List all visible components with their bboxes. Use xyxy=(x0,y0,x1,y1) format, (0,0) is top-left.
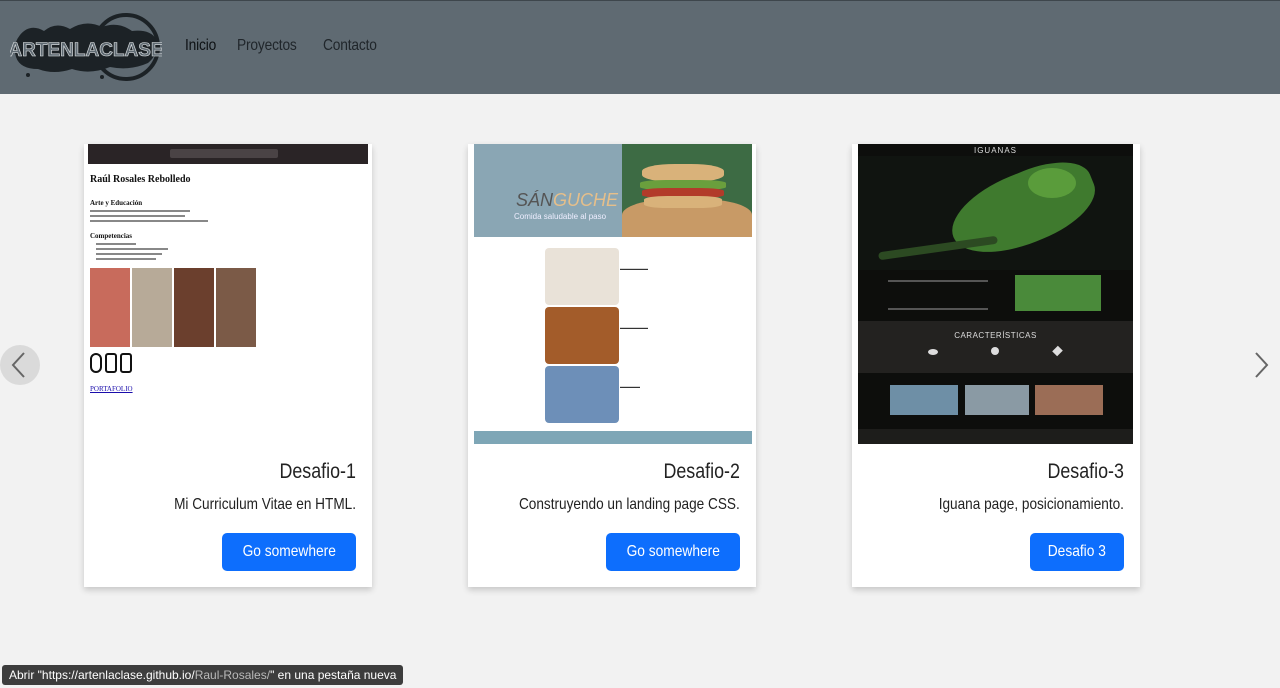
card-1-preview-image[interactable]: Raúl Rosales Rebolledo Arte y Educación … xyxy=(88,144,368,444)
sanguche-footer xyxy=(474,431,752,444)
menu-item-photo-2 xyxy=(545,307,619,364)
cv-social-icons xyxy=(90,353,366,373)
cv-section-heading: Arte y Educación xyxy=(90,199,143,207)
card-2-text: Construyendo un landing page CSS. xyxy=(519,496,740,513)
nav-link-contacto[interactable]: Contacto xyxy=(323,37,377,55)
features-heading: CARACTERÍSTICAS xyxy=(954,331,1037,340)
iguana-inset-photo xyxy=(1015,275,1101,311)
menu-item-text-2: ▬▬▬▬▬▬▬ xyxy=(620,325,648,330)
iguana-photo-3 xyxy=(1035,385,1103,415)
cv-name: Raúl Rosales Rebolledo xyxy=(90,174,191,185)
menu-item-text-1: ▬▬▬▬▬▬▬ xyxy=(620,266,648,271)
iguana-heading: IGUANAS xyxy=(973,146,1017,155)
card-1-text: Mi Curriculum Vitae en HTML. xyxy=(174,496,356,513)
sanguche-hero: SÁNGUCHE Comida saludable al paso xyxy=(474,144,752,237)
card-3-preview-image[interactable]: IGUANAS CARACTERÍSTICAS xyxy=(852,144,1140,444)
nav-link-inicio[interactable]: Inicio xyxy=(185,37,216,55)
cv-portfolio-link: PORTAFOLIO xyxy=(90,385,133,393)
nav-link-proyectos[interactable]: Proyectos xyxy=(237,37,297,55)
menu-item-photo-1 xyxy=(545,248,619,305)
status-path: Raul-Rosales/ xyxy=(194,668,271,682)
youtube-icon xyxy=(120,353,132,373)
sanguche-logo: SÁNGUCHE xyxy=(516,190,619,210)
carousel-prev-button[interactable] xyxy=(0,345,40,385)
card-1-title: Desafio-1 xyxy=(279,460,356,483)
menu-item-photo-3 xyxy=(545,366,619,423)
status-prefix: Abrir "https://artenlaclase.github.io/ xyxy=(9,668,195,682)
menu-item-text-3: ▬▬▬▬▬ xyxy=(620,384,640,389)
site-logo[interactable]: ARTENLACLASE xyxy=(8,13,164,83)
instagram-icon xyxy=(105,353,117,373)
sanguche-slogan: Comida saludable al paso xyxy=(514,212,607,221)
sandwich-photo xyxy=(622,144,752,237)
iguana-hero-photo xyxy=(858,156,1133,270)
chevron-left-icon xyxy=(11,352,25,378)
main-nav: Inicio Proyectos Contacto xyxy=(185,37,385,55)
iguana-footer xyxy=(858,429,1133,444)
card-3-button[interactable]: Desafio 3 xyxy=(1030,533,1124,571)
brush-icon xyxy=(1052,345,1063,357)
status-suffix: " en una pestaña nueva xyxy=(270,668,397,682)
paw-icon xyxy=(991,347,999,355)
iguana-features-band: CARACTERÍSTICAS xyxy=(858,321,1133,373)
iguana-page: IGUANAS CARACTERÍSTICAS xyxy=(858,144,1133,444)
cv-list xyxy=(96,243,366,260)
card-3-title: Desafio-3 xyxy=(1047,460,1124,483)
chevron-right-icon xyxy=(1255,352,1269,378)
iguana-text-block xyxy=(888,280,988,310)
logo-text: ARTENLACLASE xyxy=(10,40,162,61)
card-3-text: Iguana page, posicionamiento. xyxy=(938,496,1124,513)
cv-paragraph xyxy=(90,210,366,222)
eye-icon xyxy=(928,349,938,355)
card-2-preview-image[interactable]: SÁNGUCHE Comida saludable al paso ▬▬▬▬▬▬… xyxy=(472,144,752,444)
project-card-1: Raúl Rosales Rebolledo Arte y Educación … xyxy=(84,144,372,587)
browser-bar xyxy=(88,144,368,164)
card-1-button[interactable]: Go somewhere xyxy=(221,533,356,571)
iguana-photo-2 xyxy=(965,385,1029,415)
link-status-tooltip: Abrir "https://artenlaclase.github.io/Ra… xyxy=(2,665,404,685)
cv-section-heading-2: Competencias xyxy=(90,232,132,240)
carousel-next-button[interactable] xyxy=(1244,345,1280,385)
facebook-icon xyxy=(90,353,102,373)
navbar: ARTENLACLASE Inicio Proyectos Contacto xyxy=(0,0,1280,94)
project-card-3: IGUANAS CARACTERÍSTICAS Desafio-3 Iguana… xyxy=(852,144,1140,587)
iguana-photo-1 xyxy=(890,385,958,415)
project-card-2: SÁNGUCHE Comida saludable al paso ▬▬▬▬▬▬… xyxy=(468,144,756,587)
card-2-title: Desafio-2 xyxy=(663,460,740,483)
cv-photos xyxy=(90,268,366,347)
card-2-button[interactable]: Go somewhere xyxy=(605,533,740,571)
